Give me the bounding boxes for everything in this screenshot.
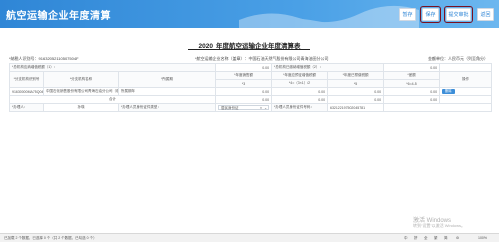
- col-branch-id: *分支机构识别号: [9, 71, 44, 88]
- title-underline: [188, 49, 310, 50]
- formula-6: *6=4-5: [383, 79, 441, 88]
- col-period: *所属期: [117, 71, 217, 88]
- col-annual-sales: *年度销售额: [215, 71, 273, 80]
- back-button[interactable]: 返回: [477, 8, 494, 21]
- ime-simplified[interactable]: 简: [444, 236, 448, 241]
- hq-paid-label: *总机构已缴纳增值税额（2）：: [271, 63, 385, 72]
- header-decoration: [239, 5, 419, 28]
- handler-row: *办理人： 孙瑛 *办理人员身份证件类型： 居民身份证 × ⌄ *办理人员身份证…: [9, 103, 493, 112]
- handler-label: *办理人：: [9, 103, 44, 112]
- ime-fullwidth[interactable]: 全: [424, 236, 428, 241]
- id-type-cell: 居民身份证 × ⌄: [215, 103, 273, 112]
- summary-row: *总机构应纳增值税额（1）： 0.00 *总机构已缴纳增值税额（2）： 0.00: [8, 63, 493, 72]
- id-type-value: 居民身份证: [221, 105, 239, 110]
- draft-button[interactable]: 暂存: [399, 8, 416, 21]
- col-paid-tax: *年度已预缴税额: [327, 71, 385, 80]
- col-branch-name: *分支机构名称: [43, 71, 119, 88]
- gear-icon[interactable]: ⚙: [456, 236, 459, 240]
- sales-cell[interactable]: 0.00: [215, 87, 273, 96]
- status-bar: 已加载 2 个数据，已选择 0 个（共 2 个数据，已勾选 0 个） 中 拼 全…: [0, 233, 499, 242]
- clear-icon[interactable]: ×: [260, 106, 262, 111]
- watermark-subtitle: 转到“设置”以激活 Windows。: [413, 223, 466, 228]
- branch-name-cell[interactable]: 中国石化销售股份有限公司青海石油分公司（临时）: [43, 87, 119, 96]
- empty-cell: [383, 103, 493, 112]
- chevron-down-icon[interactable]: ⌄: [264, 106, 267, 111]
- currency-unit: 金额单位：人民币元（列至角分）: [428, 56, 488, 61]
- total-paid: 0.00: [327, 95, 385, 104]
- total-row: 合计 0.00 0.00 0.00 0.00: [8, 95, 493, 104]
- action-cell: 删除: [439, 87, 493, 96]
- hq-tax-input[interactable]: 0.00: [215, 63, 273, 72]
- ime-chinese[interactable]: 中: [404, 236, 408, 241]
- ime-pinyin[interactable]: 拼: [414, 236, 418, 241]
- id-no-input[interactable]: 632122197502045781: [327, 103, 385, 112]
- formula-3: *3: [215, 79, 273, 88]
- app-title: 航空运输企业年度清算: [6, 11, 111, 22]
- total-sales: 0.00: [215, 95, 273, 104]
- col-difference: *差额: [383, 71, 441, 80]
- handler-input[interactable]: 孙瑛: [43, 103, 119, 112]
- branch-id-cell[interactable]: 91630000MA75Q040: [9, 87, 44, 96]
- status-text: 已加载 2 个数据，已选择 0 个（共 2 个数据，已勾选 0 个）: [4, 236, 97, 240]
- hq-paid-input[interactable]: 0.00: [383, 63, 441, 72]
- paid-cell[interactable]: 0.00: [327, 87, 385, 96]
- table-row: 91630000MA75Q040 中国石化销售股份有限公司青海石油分公司（临时）…: [9, 87, 493, 96]
- total-prepaid: 0.00: [271, 95, 329, 104]
- id-no-label: *办理人员身份证件号码：: [271, 103, 329, 112]
- formula-5: *5: [327, 79, 385, 88]
- total-diff: 0.00: [383, 95, 441, 104]
- delete-row-button[interactable]: 删除: [442, 89, 455, 94]
- id-type-select[interactable]: 居民身份证 × ⌄: [218, 104, 270, 111]
- company-name: *航空运输企业名称（盖章）：中国石油天然气股份有限公司青海油田分公司: [195, 56, 329, 61]
- empty-cell: [439, 95, 493, 104]
- settlement-table: *总机构应纳增值税额（1）： 0.00 *总机构已缴纳增值税额（2）： 0.00…: [8, 63, 493, 112]
- diff-cell: 0.00: [383, 87, 441, 96]
- ime-traditional[interactable]: 繁: [434, 236, 438, 241]
- period-cell[interactable]: 所属期年: [117, 87, 217, 96]
- id-type-label: *办理人员身份证件类型：: [117, 103, 217, 112]
- col-prepaid-vat: *年度应预征增值税额: [271, 71, 329, 80]
- taxpayer-id: *纳税人识别号：91632052110507504F: [9, 56, 79, 61]
- header-row: *分支机构识别号 *分支机构名称 *所属期 *年度销售额 *年度应预征增值税额 …: [9, 71, 493, 88]
- zoom-level[interactable]: 100%: [478, 236, 487, 240]
- hq-tax-label: *总机构应纳增值税额（1）：: [8, 63, 217, 72]
- save-button[interactable]: 保存: [420, 6, 441, 23]
- empty-cell: [439, 63, 493, 72]
- total-label: 合计: [8, 95, 217, 104]
- submit-button[interactable]: 提交审批: [444, 6, 473, 23]
- col-actions: 操作: [439, 71, 493, 88]
- app-header: 航空运输企业年度清算 暂存 保存 提交审批 返回: [0, 0, 499, 28]
- prepaid-cell: 0.00: [271, 87, 329, 96]
- formula-4: *4=（3×1）/2: [271, 79, 329, 88]
